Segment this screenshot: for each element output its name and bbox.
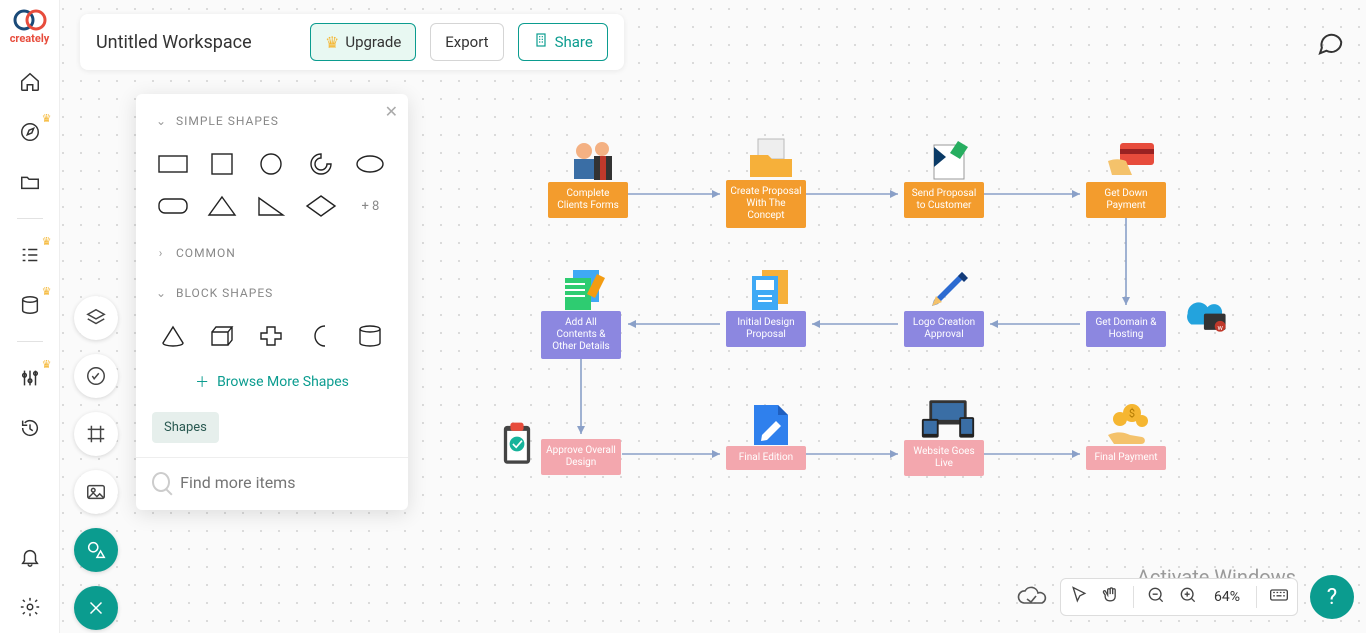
devices-icon <box>917 394 979 442</box>
separator <box>1133 586 1134 608</box>
flow-node[interactable]: Send Proposal to Customer <box>904 182 984 218</box>
node-label: Get Domain & Hosting <box>1096 317 1157 340</box>
people-icon <box>561 136 623 184</box>
flow-node[interactable]: $ Final Payment <box>1086 446 1166 470</box>
separator <box>1256 586 1257 608</box>
zoom-level[interactable]: 64% <box>1210 589 1244 605</box>
node-label: Add All Contents & Other Details <box>552 317 609 352</box>
node-label: Logo Creation Approval <box>913 317 975 340</box>
svg-text:w: w <box>1217 323 1223 332</box>
zoom-in-icon[interactable] <box>1178 585 1198 609</box>
pencil-icon <box>917 265 979 313</box>
node-label: Final Payment <box>1094 452 1157 463</box>
diagram-canvas: Complete Clients Forms Create Proposal W… <box>0 0 1366 633</box>
zoom-out-icon[interactable] <box>1146 585 1166 609</box>
flow-node[interactable]: Add All Contents & Other Details <box>541 311 621 359</box>
flow-node[interactable]: Initial Design Proposal <box>726 311 806 347</box>
flow-node[interactable]: Complete Clients Forms <box>548 182 628 218</box>
edit-file-icon <box>739 400 801 448</box>
flow-node[interactable]: Get Domain & Hosting <box>1086 311 1166 347</box>
flow-node[interactable]: Logo Creation Approval <box>904 311 984 347</box>
hand-icon[interactable] <box>1101 585 1121 609</box>
flow-node[interactable]: Approve Overall Design <box>541 439 621 475</box>
folder-doc-icon <box>739 134 801 182</box>
notes-icon <box>554 265 616 313</box>
node-label: Website Goes Live <box>913 446 974 469</box>
node-label: Send Proposal to Customer <box>912 188 977 211</box>
keyboard-icon[interactable] <box>1269 585 1289 609</box>
sign-doc-icon <box>917 136 979 184</box>
view-controls: 64% <box>1060 578 1298 616</box>
node-label: Create Proposal With The Concept <box>730 186 801 221</box>
svg-text:$: $ <box>1129 407 1135 420</box>
design-doc-icon <box>739 265 801 313</box>
sync-status-icon[interactable] <box>1014 585 1048 609</box>
help-button[interactable]: ? <box>1310 575 1354 619</box>
node-label: Approve Overall Design <box>546 445 616 468</box>
node-label: Final Edition <box>739 452 793 463</box>
flow-node[interactable]: Create Proposal With The Concept <box>726 180 806 228</box>
coins-hand-icon: $ <box>1099 400 1161 448</box>
flow-node[interactable]: Final Edition <box>726 446 806 470</box>
node-label: Get Down Payment <box>1104 188 1147 211</box>
node-label: Complete Clients Forms <box>557 188 619 211</box>
card-pay-icon <box>1099 136 1161 184</box>
cloud-server-icon: w <box>1172 286 1234 334</box>
clipboard-check-icon <box>486 420 548 468</box>
bottom-right-controls: 64% ? <box>1014 575 1354 619</box>
node-label: Initial Design Proposal <box>737 317 794 340</box>
cursor-icon[interactable] <box>1069 585 1089 609</box>
flow-node[interactable]: Get Down Payment <box>1086 182 1166 218</box>
flow-node[interactable]: Website Goes Live <box>904 440 984 476</box>
